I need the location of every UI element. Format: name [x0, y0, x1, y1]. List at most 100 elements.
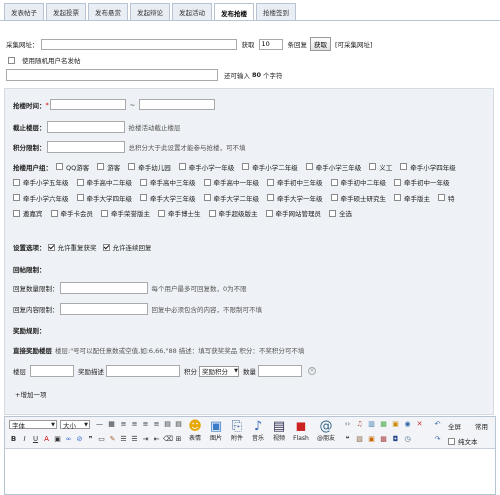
indent-icon[interactable]: ⇥ — [141, 435, 150, 444]
usergroup-option[interactable]: 牵手荣誉版主 — [101, 206, 150, 222]
tab-post-poll[interactable]: 发起投票 — [46, 3, 86, 20]
usergroup-checkbox[interactable] — [13, 178, 20, 186]
usergroup-checkbox[interactable] — [267, 194, 274, 202]
usergroup-checkbox[interactable] — [438, 194, 445, 202]
grab-start-time-input[interactable] — [49, 99, 126, 110]
usergroup-option[interactable]: 牵手超级版主 — [208, 206, 258, 222]
reward-credit-select[interactable]: 奖励积分 ▼ — [199, 365, 239, 377]
common-link[interactable]: 常用 — [475, 421, 488, 431]
usergroup-option[interactable]: 牵手卡会员 — [50, 206, 93, 222]
usergroup-checkbox[interactable] — [203, 178, 211, 186]
usergroup-checkbox[interactable] — [203, 194, 211, 202]
usergroup-checkbox[interactable] — [330, 194, 338, 202]
usergroup-checkbox[interactable] — [50, 209, 58, 217]
usergroup-option[interactable]: 牵手小学六年级 — [13, 190, 69, 206]
fetch-button[interactable]: 获取 — [310, 37, 331, 51]
clock-icon[interactable]: ◷ — [403, 435, 412, 444]
download-icon[interactable]: ▩ — [379, 435, 388, 444]
clear-format-icon[interactable]: ⌫ — [163, 435, 173, 444]
fullscreen-link[interactable]: 全屏 — [448, 421, 461, 431]
usergroup-option[interactable]: 牵手初中三年级 — [267, 175, 323, 191]
free-table-icon[interactable]: ⊞ — [174, 435, 183, 444]
ordered-list-icon[interactable]: ☰ — [119, 435, 128, 444]
collectable-sites-link[interactable]: [可采集网址] — [335, 39, 373, 49]
plain-text-checkbox[interactable] — [448, 437, 455, 445]
remove-icon[interactable]: × — [308, 367, 316, 375]
usergroup-option[interactable]: 牵手版主 — [394, 190, 430, 206]
usergroup-option[interactable]: 牵手大学四年级 — [76, 190, 132, 206]
add-item-link[interactable]: +增加一项 — [15, 389, 46, 399]
table-icon[interactable]: ▦ — [107, 420, 116, 429]
end-floor-input[interactable] — [46, 121, 125, 133]
align-right-icon[interactable]: ≡ — [141, 420, 150, 429]
credit-limit-input[interactable] — [46, 141, 125, 153]
usergroup-checkbox[interactable] — [329, 209, 336, 217]
usergroup-checkbox[interactable] — [394, 194, 401, 202]
password-icon[interactable]: ▦ — [379, 420, 388, 429]
usergroup-checkbox[interactable] — [178, 163, 186, 171]
usergroup-option[interactable]: 牵手硕士研究生 — [330, 190, 386, 206]
usergroup-checkbox[interactable] — [208, 209, 216, 217]
flash-button[interactable]: ◼ Flash — [291, 419, 311, 447]
usergroup-option[interactable]: 牵手博士生 — [158, 206, 201, 222]
sound-icon[interactable]: ♫ — [355, 420, 364, 429]
float-left-icon[interactable]: ▤ — [163, 420, 172, 429]
unlink-icon[interactable]: ⊘ — [75, 435, 84, 444]
reply-content-limit-input[interactable] — [59, 303, 148, 315]
usergroup-checkbox[interactable] — [267, 178, 274, 186]
box-icon[interactable]: ▧ — [355, 435, 364, 444]
tag-icon[interactable]: ◘ — [391, 435, 400, 444]
usergroup-option[interactable]: 牵手大学二年级 — [203, 190, 259, 206]
undo-icon[interactable]: ↶ — [433, 420, 442, 429]
quote-icon[interactable]: ❞ — [86, 435, 95, 444]
align-justify-icon[interactable]: ≡ — [152, 420, 161, 429]
tab-post-floor-grab[interactable]: 发布抢楼 — [214, 3, 254, 21]
usergroup-option[interactable]: 牵手大学一年级 — [267, 190, 323, 206]
bold-icon[interactable]: B — [9, 435, 18, 444]
usergroup-checkbox[interactable] — [330, 178, 338, 186]
reward-desc-input[interactable] — [106, 365, 180, 377]
rtf-icon[interactable]: ▣ — [367, 435, 376, 444]
tab-post-activity[interactable]: 发起活动 — [172, 3, 212, 20]
usergroup-option[interactable]: 邀嘉宾 — [13, 206, 43, 222]
random-user-checkbox[interactable] — [8, 56, 15, 64]
usergroup-option[interactable]: QQ游客 — [56, 159, 89, 175]
usergroup-option[interactable]: 牵手小学二年级 — [242, 159, 298, 175]
allow-repeat-win-checkbox[interactable] — [47, 243, 55, 251]
reply-count-input[interactable] — [258, 38, 283, 50]
usergroup-checkbox[interactable] — [140, 178, 147, 186]
tab-post-thread[interactable]: 发表帖子 — [4, 3, 44, 20]
usergroup-checkbox[interactable] — [369, 163, 377, 171]
subject-input[interactable] — [6, 69, 218, 81]
usergroup-checkbox[interactable] — [76, 178, 84, 186]
reward-floor-input[interactable] — [30, 365, 74, 377]
attachment-button[interactable]: ⎘ 附件 — [227, 419, 247, 447]
index-icon[interactable]: ◉ — [403, 420, 412, 429]
underline-icon[interactable]: U — [31, 435, 40, 444]
mention-button[interactable]: @ @朋友 — [314, 419, 338, 447]
usergroup-checkbox[interactable] — [140, 194, 147, 202]
usergroup-checkbox[interactable] — [265, 209, 273, 217]
close-red-icon[interactable]: ✕ — [415, 420, 424, 429]
usergroup-option[interactable]: 牵手幼儿园 — [128, 159, 171, 175]
usergroup-option[interactable]: 义工 — [369, 159, 392, 175]
grab-end-time-input[interactable] — [139, 99, 216, 110]
usergroup-checkbox[interactable] — [158, 209, 165, 217]
allow-continuous-reply-checkbox[interactable] — [102, 243, 110, 251]
align-center-icon[interactable]: ≡ — [130, 420, 139, 429]
italic-icon[interactable]: I — [20, 435, 29, 444]
usergroup-option[interactable]: 牵手高中三年级 — [140, 175, 196, 191]
bg-color-icon[interactable]: ▣ — [53, 435, 62, 444]
unordered-list-icon[interactable]: ☰ — [130, 435, 139, 444]
usergroup-option[interactable]: 游客 — [97, 159, 120, 175]
usergroup-option[interactable]: 特 — [438, 190, 455, 206]
reward-qty-input[interactable] — [258, 365, 302, 377]
html-code-icon[interactable]: ‹› — [343, 420, 352, 429]
usergroup-checkbox[interactable] — [400, 163, 408, 171]
usergroup-checkbox[interactable] — [101, 209, 108, 217]
emoticon-button[interactable]: ☻ 表情 — [185, 419, 205, 447]
font-size-select[interactable]: 大小 ▼ — [60, 420, 90, 430]
usergroup-option[interactable]: 牵手初中二年级 — [330, 175, 386, 191]
music-button[interactable]: ♪ 音乐 — [248, 419, 268, 447]
float-right-icon[interactable]: ▤ — [174, 420, 183, 429]
